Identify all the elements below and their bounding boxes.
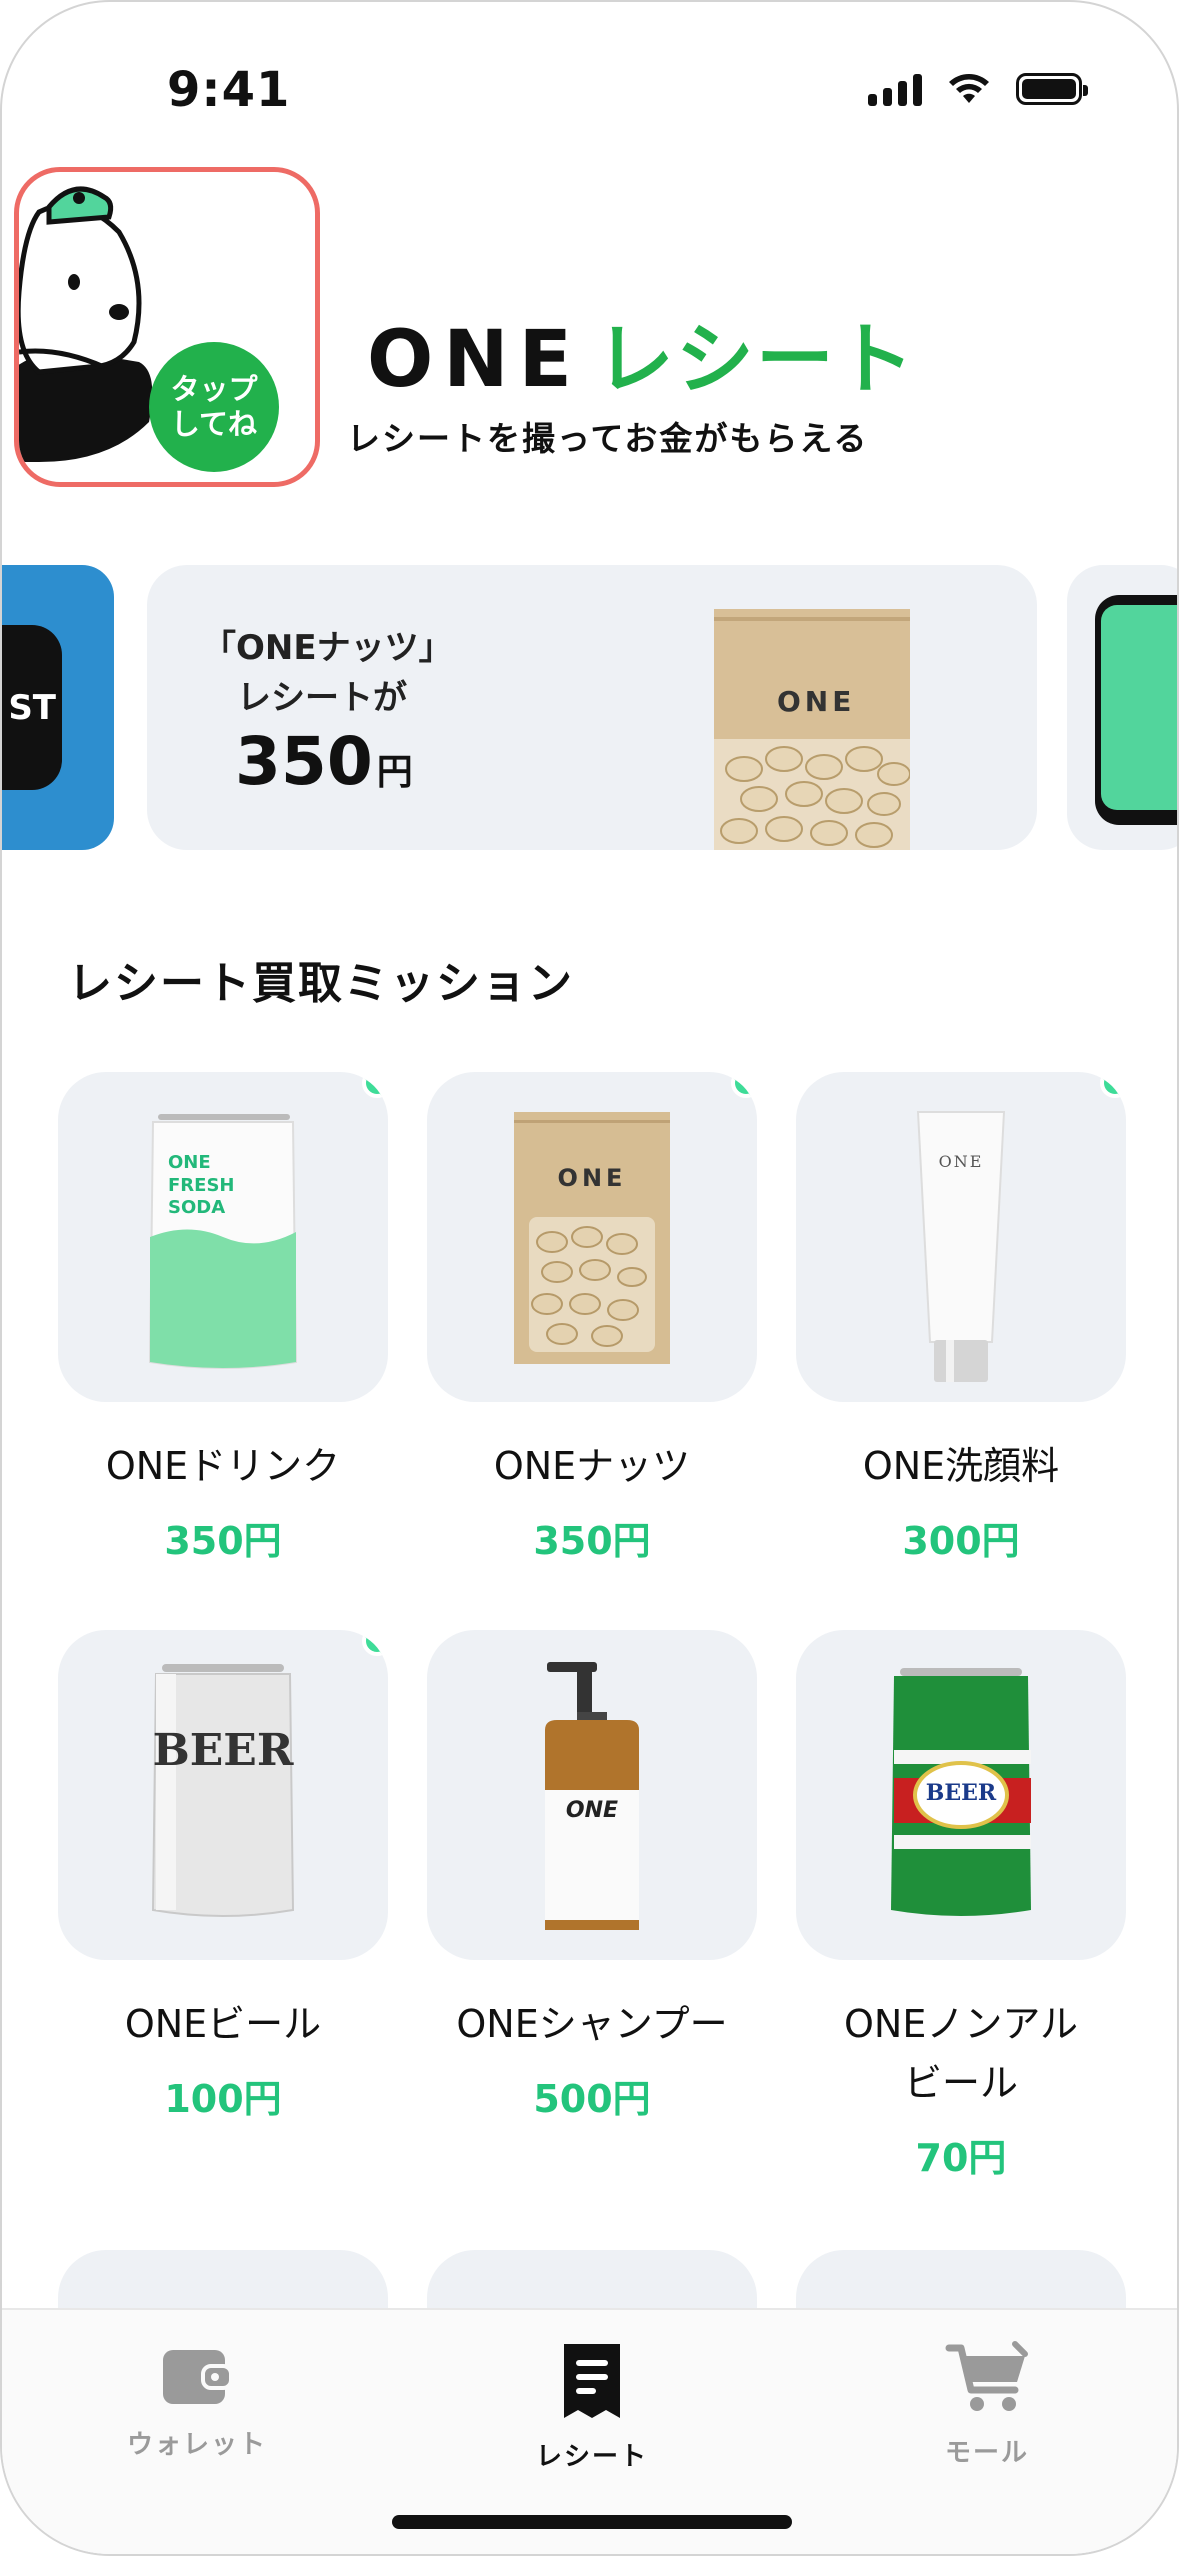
banner-previous-tag: ST	[2, 625, 62, 790]
tab-label: モール	[944, 2438, 1029, 2468]
mission-price: 300円	[902, 1518, 1020, 1563]
mission-card-beer[interactable]: BEER ONEビール 100円	[58, 1630, 388, 2123]
cart-icon	[945, 2341, 1028, 2411]
status-icons	[868, 72, 1088, 106]
mission-card-nuts[interactable]: ONE ONEナッツ 350円	[427, 1072, 757, 1565]
nuts-bag-image	[514, 1112, 670, 1364]
mission-price: 350円	[164, 1518, 282, 1563]
product-tile: BEER	[58, 1630, 388, 1960]
mission-card-shampoo[interactable]: ONE ONEシャンプー 500円	[427, 1630, 757, 2123]
nuts-bag-image	[714, 609, 910, 850]
tab-wallet[interactable]: ウォレット	[97, 2340, 297, 2461]
mission-name: ONEノンアル ビール	[844, 2002, 1078, 2105]
mission-price: 350円	[533, 1518, 651, 1563]
home-indicator[interactable]	[392, 2515, 792, 2529]
tap-bubble-text: タップ してね	[170, 372, 258, 441]
brand-receipt: レシート	[595, 315, 916, 405]
product-label: BEER	[152, 1725, 294, 1776]
tab-label: ウォレット	[126, 2430, 267, 2460]
banner-previous[interactable]: ST	[2, 565, 114, 850]
mission-name: ONEシャンプー	[456, 2002, 728, 2046]
receipt-icon	[564, 2344, 620, 2418]
tap-bubble[interactable]: タップ してね	[149, 342, 279, 472]
tab-mall[interactable]: モール	[887, 2340, 1087, 2469]
mission-price: 500円	[533, 2076, 651, 2121]
battery-icon	[1016, 73, 1088, 105]
brand-logo: ONE レシート	[367, 297, 916, 409]
mission-name: ONEビール	[124, 2002, 322, 2046]
mission-name: ONEドリンク	[105, 1444, 341, 1488]
mission-card-drink[interactable]: ONE FRESH SODA ONEドリンク 350円	[58, 1072, 388, 1565]
banner-next[interactable]	[1067, 565, 1177, 850]
brand-one: ONE	[367, 315, 582, 405]
product-tile: ONE	[796, 1072, 1126, 1402]
mission-name: ONE洗顔料	[862, 1444, 1060, 1488]
product-label: ONE	[565, 1798, 619, 1823]
mission-name: ONEナッツ	[493, 1444, 691, 1488]
phone-screen: 9:41 タップ してね ONEレシート レシートを撮ってお金がもらえる ST	[0, 0, 1179, 2556]
mission-price: 100円	[164, 2076, 282, 2121]
face-wash-tube-image	[916, 1111, 1006, 1382]
mission-price: 70円	[915, 2135, 1007, 2180]
tagline: レシートを撮ってお金がもらえる	[347, 419, 869, 458]
product-tile: ONE	[427, 1630, 757, 1960]
mission-card-nonalcohol-beer[interactable]: BEER ONEノンアル ビール 70円	[796, 1630, 1126, 2182]
product-tile: ONE	[427, 1072, 757, 1402]
product-label: ONE	[557, 1164, 627, 1192]
mission-card-facewash[interactable]: ONE ONE洗顔料 300円	[796, 1072, 1126, 1565]
product-tile: ONE FRESH SODA	[58, 1072, 388, 1402]
banner-bag-label: ONE	[777, 685, 856, 718]
banner-nuts-campaign[interactable]: 「ONEナッツ」 レシートが 350 円 ONE	[147, 565, 1037, 850]
mission-section-title: レシート買取ミッション	[68, 958, 574, 1009]
banner-amount-value: 350	[235, 723, 373, 800]
mascot-button[interactable]: タップ してね	[14, 167, 320, 487]
signal-icon	[868, 72, 922, 106]
product-tile: BEER	[796, 1630, 1126, 1960]
banner-line2: レシートが	[237, 678, 407, 718]
wallet-icon	[163, 2350, 233, 2404]
product-label: ONE FRESH SODA	[168, 1152, 235, 1218]
banner-amount: 350 円	[235, 723, 413, 800]
shampoo-bottle-image	[545, 1662, 639, 1930]
beer-can-image	[151, 1664, 295, 1917]
product-label: BEER	[925, 1780, 997, 1806]
soda-can-image	[148, 1114, 298, 1369]
product-label: ONE	[938, 1152, 984, 1171]
tab-label: レシート	[535, 2442, 648, 2472]
tab-receipt[interactable]: レシート	[492, 2340, 692, 2473]
wifi-icon	[949, 74, 989, 103]
banner-currency: 円	[376, 752, 413, 793]
banner-next-image	[1095, 595, 1177, 825]
banner-line1: 「ONEナッツ」	[202, 628, 453, 668]
status-time: 9:41	[167, 62, 291, 118]
